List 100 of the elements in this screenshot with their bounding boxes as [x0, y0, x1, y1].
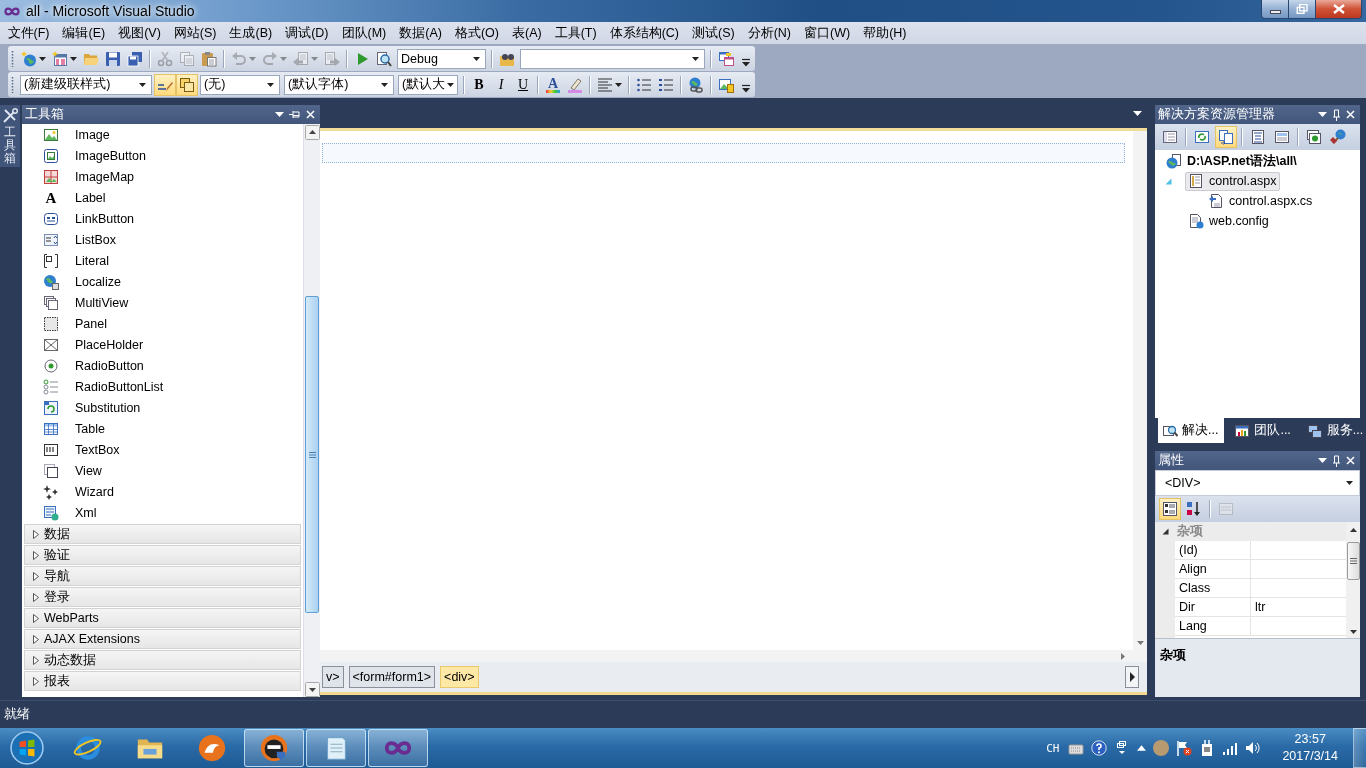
menu-item[interactable]: 帮助(H) [856, 22, 913, 44]
dropdown-icon[interactable] [1318, 112, 1327, 117]
toolbox-item[interactable]: PlaceHolder [22, 334, 303, 355]
category-header[interactable]: WebParts [24, 608, 301, 628]
menu-item[interactable]: 窗口(W) [797, 22, 857, 44]
volume-icon[interactable] [1245, 740, 1262, 756]
toolbar-button[interactable] [176, 73, 198, 96]
toolbox-item[interactable]: RadioButton [22, 355, 303, 376]
tag-button[interactable]: v> [322, 666, 344, 688]
toolbox-item[interactable]: Panel [22, 313, 303, 334]
side-tab[interactable]: 工具箱 [0, 105, 20, 167]
dropdown-field[interactable]: (默认大 [398, 74, 458, 95]
toolbox-item[interactable]: Table [22, 418, 303, 439]
flag-error-icon[interactable] [1176, 740, 1193, 756]
scroll-down-button[interactable] [304, 682, 320, 697]
toolbox-item[interactable]: TextBox [22, 439, 303, 460]
category-header[interactable]: 数据 [24, 524, 301, 544]
scroll-down-button[interactable] [1349, 630, 1357, 634]
toolbox-item[interactable]: ListBox [22, 229, 303, 250]
tree-item[interactable]: control.aspx.cs [1205, 191, 1317, 211]
show-desktop-button[interactable] [1353, 728, 1366, 768]
pin-icon[interactable] [289, 110, 301, 119]
toolbox-item[interactable]: Xml [22, 502, 303, 523]
help-icon[interactable] [1091, 740, 1108, 756]
tab[interactable]: 服务... [1302, 418, 1366, 443]
scroll-right-button[interactable] [1125, 666, 1139, 688]
close-icon[interactable] [306, 110, 315, 119]
property-name[interactable]: Dir [1175, 598, 1251, 617]
italic-button[interactable]: I [490, 73, 512, 96]
category-header[interactable]: 登录 [24, 587, 301, 607]
font-color-button[interactable]: A [542, 73, 564, 96]
toolbox-item[interactable]: Literal [22, 250, 303, 271]
toolbox-item[interactable]: View [22, 460, 303, 481]
toolbox-item[interactable]: Image [22, 124, 303, 145]
dropdown-field[interactable]: (新建级联样式) [20, 74, 152, 95]
tag-button[interactable]: <form#form1> [348, 666, 436, 688]
tag-button[interactable]: <div> [440, 666, 479, 688]
tree-item[interactable]: control.aspx [1185, 171, 1281, 191]
restore-button[interactable] [1289, 0, 1316, 19]
dropdown-field[interactable]: (无) [200, 74, 280, 95]
scroll-up-button[interactable] [1349, 528, 1357, 532]
overflow-icon[interactable] [742, 58, 750, 67]
menu-item[interactable]: 工具(T) [548, 22, 604, 44]
menu-item[interactable]: 分析(N) [741, 22, 798, 44]
tab[interactable]: 解决... [1158, 418, 1225, 443]
bold-button[interactable]: B [468, 73, 490, 96]
dropdown-icon[interactable] [275, 112, 284, 117]
minimize-button[interactable] [1261, 0, 1289, 19]
menu-item[interactable]: 测试(S) [685, 22, 742, 44]
category-header[interactable]: AJAX Extensions [24, 629, 301, 649]
up-triangle-icon[interactable] [1137, 745, 1147, 751]
clock-date[interactable]: 2017/3/14 [1282, 748, 1338, 765]
tab[interactable]: 团队... [1230, 418, 1297, 443]
dropdown-icon[interactable] [1133, 110, 1142, 116]
property-value[interactable]: ltr [1255, 600, 1266, 614]
scrollbar-thumb[interactable] [1346, 542, 1360, 580]
property-name[interactable]: Class [1175, 579, 1251, 598]
underline-button[interactable]: U [512, 73, 534, 96]
scrollbar-thumb[interactable] [305, 296, 319, 613]
toolbox-item[interactable]: ImageMap [22, 166, 303, 187]
close-icon[interactable] [1346, 110, 1355, 119]
category-header[interactable]: 验证 [24, 545, 301, 565]
toolbox-item[interactable]: RadioButtonList [22, 376, 303, 397]
toolbox-item[interactable]: Localize [22, 271, 303, 292]
menu-item[interactable]: 视图(V) [111, 22, 168, 44]
tree-item[interactable]: D:\ASP.net语法\all\ [1165, 151, 1301, 171]
menu-item[interactable]: 编辑(E) [55, 22, 112, 44]
pin-icon[interactable] [1332, 454, 1341, 467]
toolbox-item[interactable]: MultiView [22, 292, 303, 313]
property-name[interactable]: Align [1175, 560, 1251, 579]
language-indicator[interactable]: CH [1046, 741, 1060, 755]
object-dropdown[interactable]: <DIV> [1155, 470, 1360, 496]
menu-item[interactable]: 网站(S) [167, 22, 223, 44]
taskbar-button[interactable] [368, 729, 428, 767]
toolbar-button[interactable] [1159, 498, 1181, 520]
clock-time[interactable]: 23:57 [1294, 731, 1326, 748]
overflow-icon[interactable] [742, 84, 750, 93]
category-header[interactable]: 导航 [24, 566, 301, 586]
toolbar-grip[interactable] [11, 75, 14, 94]
toolbox-item[interactable]: Wizard [22, 481, 303, 502]
scroll-up-button[interactable] [304, 125, 320, 140]
menu-item[interactable]: 调试(D) [278, 22, 335, 44]
close-button[interactable] [1316, 0, 1362, 19]
property-name[interactable]: (Id) [1175, 541, 1251, 560]
category-header[interactable]: 报表 [24, 671, 301, 691]
tree-item[interactable]: web.config [1185, 211, 1273, 231]
toolbox-item[interactable]: ImageButton [22, 145, 303, 166]
dropdown-icon[interactable] [1318, 458, 1327, 463]
toolbar-grip[interactable] [11, 49, 14, 68]
dropdown-field[interactable]: Debug [397, 48, 486, 69]
start-button[interactable] [10, 731, 44, 765]
toolbox-item[interactable]: Substitution [22, 397, 303, 418]
menu-item[interactable]: 表(A) [505, 22, 549, 44]
menu-item[interactable]: 团队(M) [335, 22, 393, 44]
signal-bars-icon[interactable] [1222, 740, 1239, 756]
toolbox-item[interactable]: LinkButton [22, 208, 303, 229]
pin-icon[interactable] [1332, 108, 1341, 121]
property-name[interactable]: Lang [1175, 617, 1251, 636]
taskbar-button[interactable] [244, 729, 304, 767]
close-icon[interactable] [1346, 456, 1355, 465]
